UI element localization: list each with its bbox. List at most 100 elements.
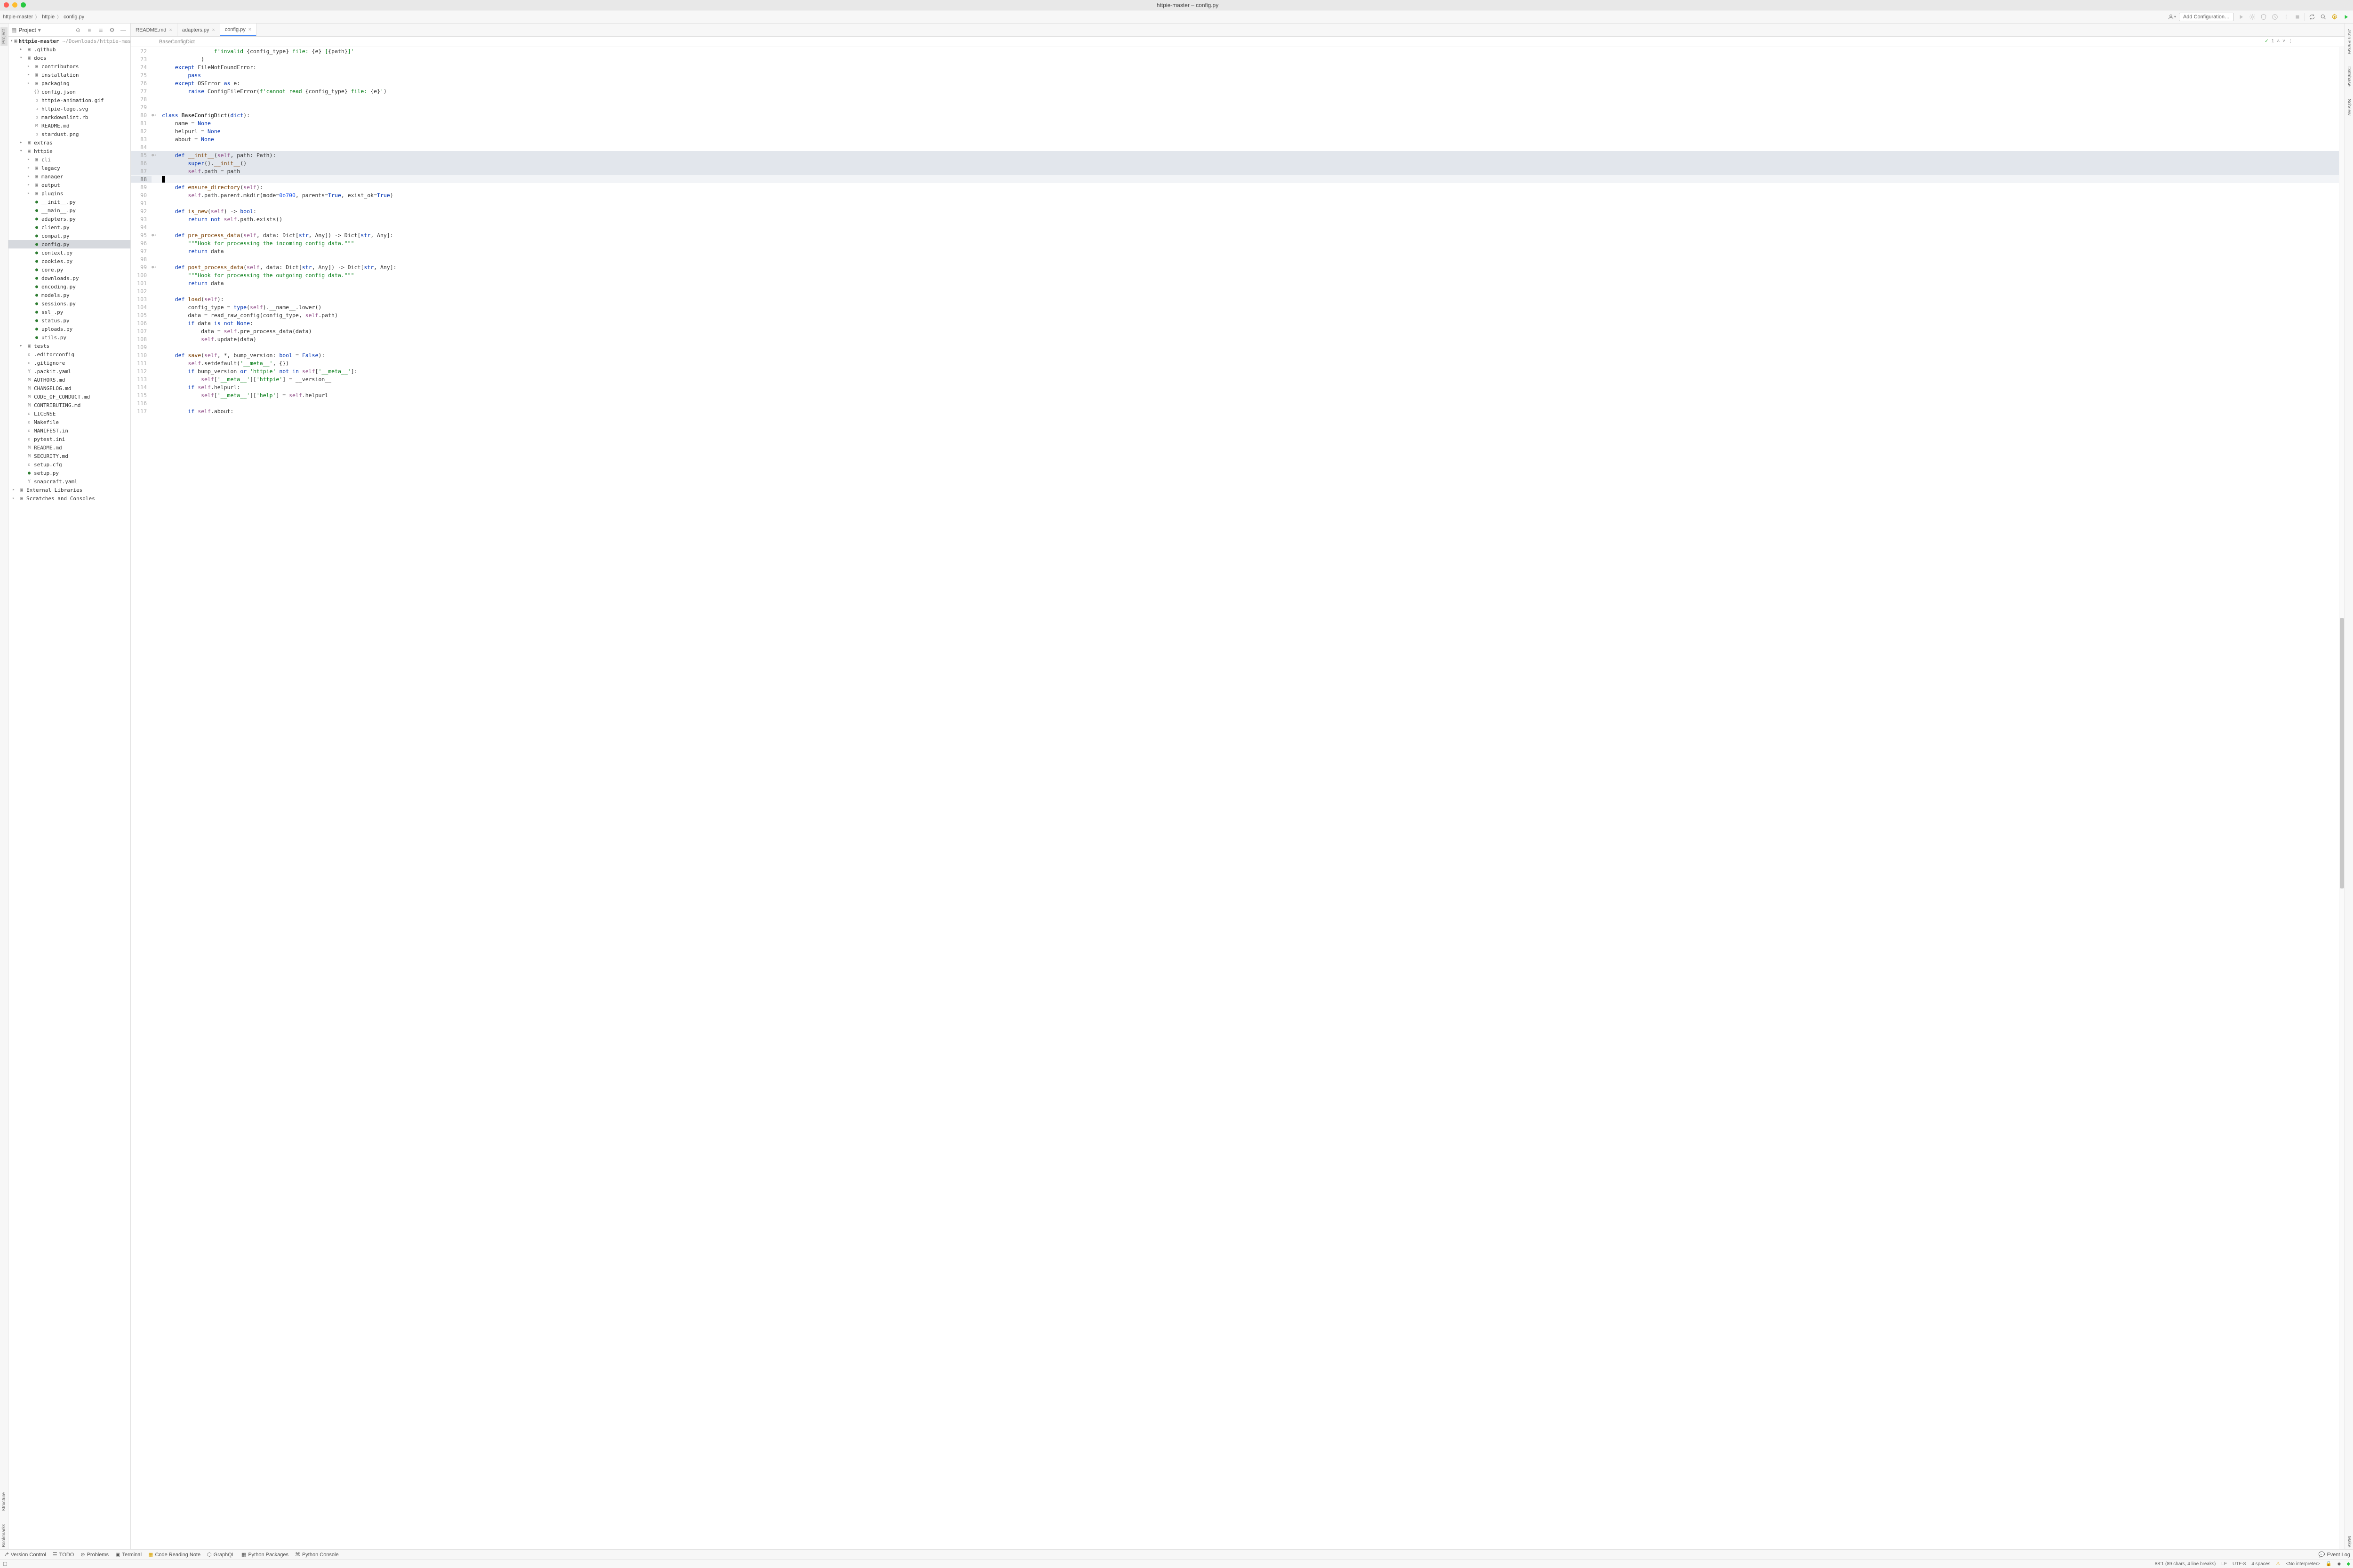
maximize-window-button[interactable] (21, 2, 26, 8)
todo-tool[interactable]: ☰TODO (53, 1552, 74, 1558)
tree-item[interactable]: ▸▣legacy (8, 164, 130, 172)
tree-item[interactable]: ▸▣plugins (8, 189, 130, 198)
code-line[interactable]: 100 """Hook for processing the outgoing … (131, 271, 2339, 279)
tree-item[interactable]: ●utils.py (8, 333, 130, 342)
more-run-icon[interactable]: ⋮ (2282, 13, 2290, 21)
tree-item[interactable]: MCONTRIBUTING.md (8, 401, 130, 409)
code-line[interactable]: 112 if bump_version or 'httpie' not in s… (131, 367, 2339, 375)
tree-item[interactable]: ▫httpie-animation.gif (8, 96, 130, 104)
tree-item[interactable]: ▾▣docs (8, 54, 130, 62)
tree-item[interactable]: ●status.py (8, 316, 130, 325)
code-editor[interactable]: 72 f'invalid {config_type} file: {e} [{p… (131, 47, 2339, 1549)
project-tool-tab[interactable]: Project (0, 27, 8, 46)
profile-icon[interactable] (2271, 13, 2279, 21)
editor-tab[interactable]: README.md× (131, 24, 177, 36)
tree-item[interactable]: ▫pytest.ini (8, 435, 130, 443)
tree-item[interactable]: ▸▣Scratches and Consoles (8, 494, 130, 503)
code-line[interactable]: 96 """Hook for processing the incoming c… (131, 239, 2339, 247)
code-line[interactable]: 99●↓ def post_process_data(self, data: D… (131, 263, 2339, 271)
tree-item[interactable]: ▸▣tests (8, 342, 130, 350)
code-line[interactable]: 98 (131, 255, 2339, 263)
tree-item[interactable]: ▫LICENSE (8, 409, 130, 418)
search-icon[interactable] (2319, 13, 2328, 21)
editor-tab[interactable]: adapters.py× (177, 24, 220, 36)
interpreter-status[interactable]: <No interpreter> (2286, 1561, 2320, 1567)
code-line[interactable]: 111 self.setdefault('__meta__', {}) (131, 359, 2339, 367)
chevron-down-icon[interactable]: ▾ (38, 27, 41, 33)
tree-item[interactable]: ▸▣External Libraries (8, 486, 130, 494)
tree-item[interactable]: ●core.py (8, 265, 130, 274)
tree-item[interactable]: ●compat.py (8, 232, 130, 240)
tree-item[interactable]: Y.packit.yaml (8, 367, 130, 376)
tree-item[interactable]: ▸▣contributors (8, 62, 130, 71)
tree-item[interactable]: MAUTHORS.md (8, 376, 130, 384)
tree-item[interactable]: ●ssl_.py (8, 308, 130, 316)
project-tree[interactable]: ▾▣httpie-master~/Downloads/httpie-master… (8, 37, 130, 1549)
line-separator[interactable]: LF (2221, 1561, 2227, 1567)
code-line[interactable]: 83 about = None (131, 135, 2339, 143)
close-window-button[interactable] (4, 2, 9, 8)
settings-gear-icon[interactable] (2330, 13, 2339, 21)
code-line[interactable]: 77 raise ConfigFileError(f'cannot read {… (131, 87, 2339, 95)
warning-icon[interactable]: ⚠ (2276, 1561, 2280, 1567)
graphql-tool[interactable]: ⬡GraphQL (207, 1552, 235, 1558)
tree-item[interactable]: MSECURITY.md (8, 452, 130, 460)
project-view-title[interactable]: Project (18, 27, 36, 33)
tree-item[interactable]: ▫.gitignore (8, 359, 130, 367)
code-line[interactable]: 84 (131, 143, 2339, 151)
editor-tab[interactable]: config.py× (220, 24, 256, 36)
navigation-breadcrumbs[interactable]: httpie-master 〉 httpie 〉 config.py (3, 13, 84, 21)
tree-item[interactable]: ●setup.py (8, 469, 130, 477)
indent-setting[interactable]: 4 spaces (2251, 1561, 2270, 1567)
tree-item[interactable]: ▸▣extras (8, 138, 130, 147)
tree-item[interactable]: ●models.py (8, 291, 130, 299)
scrollbar-thumb[interactable] (2340, 618, 2344, 888)
code-line[interactable]: 106 if data is not None: (131, 319, 2339, 327)
close-tab-icon[interactable]: × (212, 27, 215, 33)
code-line[interactable]: 73 ) (131, 55, 2339, 63)
code-line[interactable]: 114 if self.helpurl: (131, 383, 2339, 391)
close-tab-icon[interactable]: × (169, 27, 172, 33)
python-packages-tool[interactable]: ▦Python Packages (241, 1552, 288, 1558)
code-line[interactable]: 110 def save(self, *, bump_version: bool… (131, 351, 2339, 359)
code-line[interactable]: 104 config_type = type(self).__name__.lo… (131, 303, 2339, 311)
tree-item[interactable]: ▫.editorconfig (8, 350, 130, 359)
tool-window-quick-access-icon[interactable]: ▢ (3, 1561, 7, 1567)
tree-item[interactable]: ▸▣cli (8, 155, 130, 164)
tree-item[interactable]: ●config.py (8, 240, 130, 248)
select-opened-file-icon[interactable]: ⊙ (74, 26, 82, 34)
next-highlight-icon[interactable]: ˅ (2282, 39, 2285, 44)
editor-breadcrumb[interactable]: BaseConfigDict (159, 39, 195, 45)
hide-panel-icon[interactable]: — (119, 26, 128, 34)
prev-highlight-icon[interactable]: ˄ (2277, 39, 2280, 44)
code-line[interactable]: 86 super().__init__() (131, 159, 2339, 167)
tree-item[interactable]: ●downloads.py (8, 274, 130, 282)
code-line[interactable]: 87 self.path = path (131, 167, 2339, 175)
editor-options-icon[interactable]: ⋮ (2288, 39, 2293, 44)
code-line[interactable]: 79 (131, 103, 2339, 111)
ide-status-icon[interactable]: ◆ (2346, 1561, 2350, 1567)
tree-item[interactable]: ▾▣httpie (8, 147, 130, 155)
event-log-tool[interactable]: 💬Event Log (2319, 1552, 2350, 1558)
code-line[interactable]: 91 (131, 199, 2339, 207)
code-line[interactable]: 115 self['__meta__']['help'] = self.help… (131, 391, 2339, 399)
tree-item[interactable]: {}config.json (8, 88, 130, 96)
json-parser-tool-tab[interactable]: Json Parser (2345, 27, 2353, 56)
code-line[interactable]: 109 (131, 343, 2339, 351)
caret-position[interactable]: 88:1 (89 chars, 4 line breaks) (2155, 1561, 2216, 1567)
editor-scrollbar[interactable] (2339, 47, 2345, 1549)
tree-item[interactable]: ▸▣packaging (8, 79, 130, 88)
run-icon[interactable] (2237, 13, 2245, 21)
stop-icon[interactable] (2293, 13, 2302, 21)
debug-icon[interactable] (2248, 13, 2257, 21)
bookmarks-tool-tab[interactable]: Bookmarks (0, 1522, 8, 1549)
code-line[interactable]: 74 except FileNotFoundError: (131, 63, 2339, 71)
code-line[interactable]: 94 (131, 223, 2339, 231)
collapse-all-icon[interactable]: ≣ (96, 26, 105, 34)
code-line[interactable]: 95●↓ def pre_process_data(self, data: Di… (131, 231, 2339, 239)
sciview-tool-tab[interactable]: SciView (2345, 97, 2353, 117)
tree-item[interactable]: ▫stardust.png (8, 130, 130, 138)
code-line[interactable]: 97 return data (131, 247, 2339, 255)
make-tool-tab[interactable]: Make (2345, 1534, 2353, 1549)
breadcrumb-item[interactable]: config.py (64, 14, 84, 20)
